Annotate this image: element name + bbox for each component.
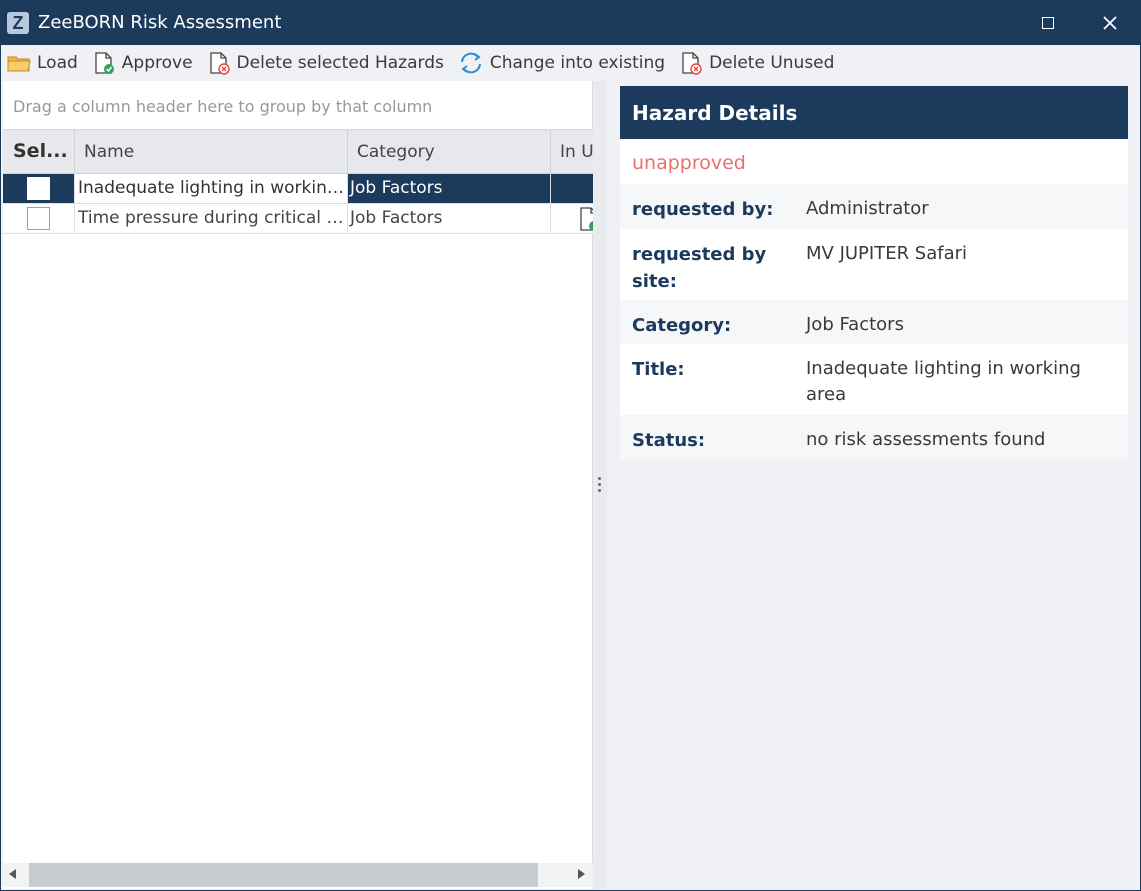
hazard-details-panel: Hazard Details unapproved requested by: … — [620, 86, 1128, 460]
window-title: ZeeBORN Risk Assessment — [38, 12, 282, 33]
detail-label: Status: — [632, 430, 706, 451]
column-header-category[interactable]: Category — [348, 130, 551, 174]
column-header-select[interactable]: Sel... — [3, 130, 75, 174]
detail-label: requested by: — [632, 199, 774, 220]
load-button[interactable]: Load — [7, 48, 78, 78]
refresh-icon — [460, 52, 481, 74]
column-header-in-use[interactable]: In Use — [551, 130, 593, 174]
drag-handle-icon[interactable] — [598, 477, 601, 495]
detail-row-title: Title: Inadequate lighting in working ar… — [620, 344, 1128, 415]
delete-unused-button[interactable]: Delete Unused — [679, 48, 834, 78]
document-approve-icon — [95, 52, 114, 74]
scroll-left-icon[interactable] — [9, 869, 16, 879]
approve-label: Approve — [121, 53, 193, 73]
folder-icon — [7, 56, 31, 72]
detail-value: Administrator — [806, 198, 929, 219]
select-cell — [3, 204, 75, 233]
title-bar: Z ZeeBORN Risk Assessment — [1, 1, 1140, 45]
detail-value: Inadequate lighting in working area — [806, 358, 1081, 405]
scroll-right-icon[interactable] — [578, 869, 585, 879]
horizontal-scrollbar[interactable] — [3, 863, 593, 887]
name-cell[interactable]: Inadequate lighting in working ... — [75, 174, 348, 203]
column-header-name[interactable]: Name — [75, 130, 348, 174]
change-existing-label: Change into existing — [489, 53, 666, 73]
detail-row-status: Status: no risk assessments found — [620, 415, 1128, 460]
table-row[interactable]: Inadequate lighting in working ... Job F… — [3, 174, 593, 204]
detail-value: MV JUPITER Safari — [806, 243, 968, 264]
toolbar: Load Approve Delete selected Hazards Cha… — [1, 45, 1140, 81]
category-cell[interactable]: Job Factors — [348, 174, 551, 203]
delete-selected-label: Delete selected Hazards — [236, 53, 444, 73]
grid-header: Sel... Name Category In Use — [3, 130, 593, 174]
delete-unused-label: Delete Unused — [709, 53, 835, 73]
approval-status: unapproved — [620, 139, 1128, 184]
name-cell[interactable]: Time pressure during critical op... — [75, 204, 348, 233]
detail-label: Title: — [632, 359, 685, 380]
close-icon — [1103, 16, 1117, 30]
approve-button[interactable]: Approve — [92, 48, 193, 78]
row-checkbox[interactable] — [27, 207, 50, 230]
document-delete-icon — [209, 52, 230, 75]
in-use-cell[interactable] — [551, 174, 593, 203]
panel-splitter[interactable] — [593, 81, 607, 889]
detail-row-category: Category: Job Factors — [620, 300, 1128, 344]
change-into-existing-button[interactable]: Change into existing — [458, 48, 665, 78]
maximize-icon — [1042, 17, 1054, 29]
details-title: Hazard Details — [620, 86, 1128, 139]
group-by-drop-area[interactable]: Drag a column header here to group by th… — [3, 81, 593, 130]
detail-value: Job Factors — [806, 314, 904, 335]
table-row[interactable]: Time pressure during critical op... Job … — [3, 204, 593, 234]
select-cell — [3, 174, 75, 203]
app-logo-icon: Z — [7, 12, 29, 34]
detail-label: Category: — [632, 315, 732, 336]
load-label: Load — [37, 53, 78, 73]
detail-row-requested-by: requested by: Administrator — [620, 184, 1128, 229]
document-approve-icon — [580, 207, 593, 231]
maximize-button[interactable] — [1017, 1, 1079, 45]
category-cell[interactable]: Job Factors — [348, 204, 551, 233]
hazard-grid: Drag a column header here to group by th… — [3, 81, 593, 889]
row-checkbox[interactable] — [27, 177, 50, 200]
detail-row-requested-by-site: requested by site: MV JUPITER Safari — [620, 229, 1128, 300]
in-use-cell[interactable] — [551, 204, 593, 233]
scroll-thumb[interactable] — [29, 863, 538, 887]
document-delete-icon — [682, 52, 702, 75]
app-window: Z ZeeBORN Risk Assessment Load Approve D… — [0, 0, 1141, 891]
detail-value: no risk assessments found — [806, 429, 1046, 450]
delete-selected-hazards-button[interactable]: Delete selected Hazards — [207, 48, 444, 78]
detail-label: requested by site: — [632, 244, 767, 292]
close-button[interactable] — [1079, 1, 1141, 45]
